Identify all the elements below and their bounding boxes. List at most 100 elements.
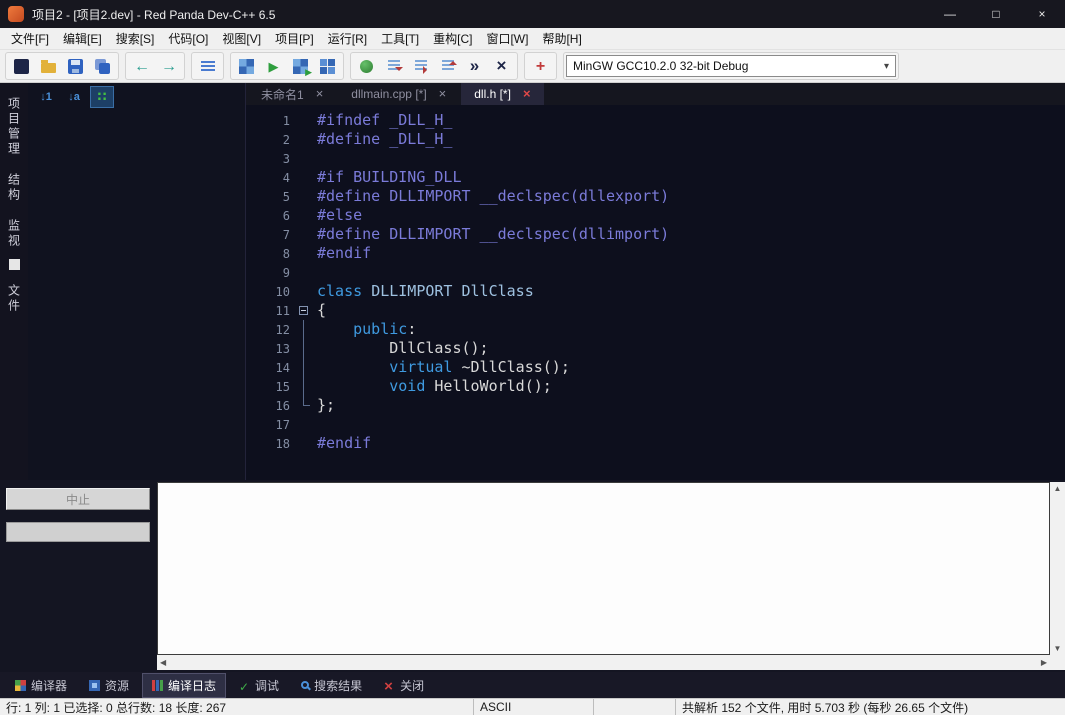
- menu-file[interactable]: 文件[F]: [4, 28, 56, 49]
- bottom-tab-search-results[interactable]: 搜索结果: [292, 674, 371, 697]
- fold-gutter: [296, 434, 312, 453]
- maximize-button[interactable]: □: [973, 0, 1019, 28]
- stop-button[interactable]: [488, 54, 515, 78]
- menu-view[interactable]: 视图[V]: [215, 28, 268, 49]
- code-editor[interactable]: 1#ifndef _DLL_H_2#define _DLL_H_34#if BU…: [246, 105, 1065, 480]
- menu-edit[interactable]: 编辑[E]: [56, 28, 109, 49]
- status-cursor-position: 行: 1 列: 1 已选择: 0 总行数: 18 长度: 267: [0, 699, 474, 715]
- step-into-button[interactable]: [380, 54, 407, 78]
- fold-gutter[interactable]: [296, 301, 312, 320]
- code-text: class DLLIMPORT DllClass: [312, 282, 534, 301]
- menu-window[interactable]: 窗口[W]: [479, 28, 535, 49]
- status-mode: [594, 699, 676, 715]
- bottom-tab-compiler[interactable]: 编译器: [6, 674, 76, 697]
- compile-run-button[interactable]: [287, 54, 314, 78]
- step-into-icon: [388, 60, 400, 72]
- step-over-button[interactable]: [407, 54, 434, 78]
- save-all-button[interactable]: [89, 54, 116, 78]
- scroll-left-icon[interactable]: ◀: [160, 658, 166, 667]
- profile-button[interactable]: [527, 54, 554, 78]
- code-token: class: [317, 282, 362, 300]
- view-mode-button[interactable]: ∷: [90, 86, 114, 108]
- rebuild-button[interactable]: [314, 54, 341, 78]
- tab-close-icon[interactable]: ×: [439, 88, 447, 100]
- open-button[interactable]: [35, 54, 62, 78]
- step-out-button[interactable]: [434, 54, 461, 78]
- code-text: DllClass();: [312, 339, 489, 358]
- bottom-tab-label: 编译器: [31, 677, 67, 694]
- side-tab-files[interactable]: 文件: [6, 284, 23, 314]
- editor-tab-1[interactable]: dllmain.cpp [*]×: [338, 83, 459, 105]
- bottom-tab-label: 关闭: [400, 677, 424, 694]
- forward-button[interactable]: [155, 54, 182, 78]
- tab-close-icon[interactable]: ×: [523, 88, 531, 100]
- scroll-right-icon[interactable]: ▶: [1041, 658, 1047, 667]
- chevron-down-icon: ▾: [884, 61, 889, 72]
- code-line: 17: [246, 415, 1065, 434]
- bottom-tab-close[interactable]: 关闭: [375, 674, 433, 697]
- sort-by-type-button[interactable]: ↓1: [34, 86, 58, 108]
- menu-project[interactable]: 项目[P]: [268, 28, 321, 49]
- code-line: 11{: [246, 301, 1065, 320]
- code-text: #endif: [312, 244, 371, 263]
- code-text: #define DLLIMPORT __declspec(dllexport): [312, 187, 669, 206]
- line-number: 15: [246, 380, 296, 394]
- status-bar: 行: 1 列: 1 已选择: 0 总行数: 18 长度: 267 ASCII 共…: [0, 698, 1065, 715]
- menu-refactor[interactable]: 重构[C]: [426, 28, 479, 49]
- compiler-set-group: MinGW GCC10.2.0 32-bit Debug ▾: [563, 52, 899, 80]
- code-token: public: [353, 320, 407, 338]
- code-token: #if BUILDING_DLL: [317, 168, 462, 186]
- menu-tools[interactable]: 工具[T]: [374, 28, 426, 49]
- bottom-tab-debug[interactable]: 调试: [230, 674, 288, 697]
- editor-tab-0[interactable]: 未命名1×: [248, 83, 336, 105]
- output-vertical-scrollbar[interactable]: ▲ ▼: [1050, 482, 1065, 655]
- editor-tab-label: dll.h [*]: [474, 87, 511, 101]
- abort-button[interactable]: 中止: [6, 488, 150, 510]
- run-button[interactable]: [260, 54, 287, 78]
- resource-icon: [89, 680, 100, 691]
- fold-gutter: [296, 339, 312, 358]
- bottom-tab-label: 编译日志: [168, 677, 216, 694]
- line-number: 13: [246, 342, 296, 356]
- main-area: 项目管理结构监视文件 ↓1↓a∷ 未命名1×dllmain.cpp [*]×dl…: [0, 83, 1065, 480]
- toolbar-group: [5, 52, 119, 80]
- close-button[interactable]: ×: [1019, 0, 1065, 28]
- run-icon: [266, 59, 281, 74]
- scroll-up-icon[interactable]: ▲: [1054, 484, 1062, 493]
- close-icon: [384, 680, 395, 691]
- sort-alphabetically-button[interactable]: ↓a: [62, 86, 86, 108]
- bottom-tab-compile-log[interactable]: 编译日志: [142, 673, 226, 698]
- minimize-button[interactable]: —: [927, 0, 973, 28]
- fold-gutter: [296, 263, 312, 282]
- output-horizontal-scrollbar[interactable]: ◀ ▶: [157, 655, 1050, 670]
- code-line: 10class DLLIMPORT DllClass: [246, 282, 1065, 301]
- editor-tab-2[interactable]: dll.h [*] ×: [461, 83, 543, 105]
- scroll-down-icon[interactable]: ▼: [1054, 644, 1062, 653]
- side-tab-project[interactable]: 项目管理: [6, 97, 23, 157]
- tab-close-icon[interactable]: ×: [316, 88, 324, 100]
- code-line: 12 public:: [246, 320, 1065, 339]
- bottom-tab-label: 资源: [105, 677, 129, 694]
- compiler-set-select[interactable]: MinGW GCC10.2.0 32-bit Debug ▾: [566, 55, 896, 77]
- fold-collapse-icon[interactable]: [299, 306, 308, 315]
- fold-gutter: [296, 396, 312, 415]
- menu-search[interactable]: 搜索[S]: [109, 28, 162, 49]
- forward-icon: [161, 59, 176, 74]
- side-tab-watch[interactable]: 监视: [6, 219, 23, 249]
- compile-log-output[interactable]: [157, 482, 1050, 655]
- new-button[interactable]: [8, 54, 35, 78]
- compile-button[interactable]: [233, 54, 260, 78]
- continue-button[interactable]: [461, 54, 488, 78]
- bottom-tab-resource[interactable]: 资源: [80, 674, 138, 697]
- menu-run[interactable]: 运行[R]: [321, 28, 374, 49]
- fold-gutter: [296, 206, 312, 225]
- fold-gutter: [296, 244, 312, 263]
- menu-code[interactable]: 代码[O]: [161, 28, 215, 49]
- debug-button[interactable]: [353, 54, 380, 78]
- save-button[interactable]: [62, 54, 89, 78]
- reformat-button[interactable]: [194, 54, 221, 78]
- menu-help[interactable]: 帮助[H]: [535, 28, 588, 49]
- back-button[interactable]: [128, 54, 155, 78]
- side-tab-structure[interactable]: 结构: [6, 173, 23, 203]
- project-tree[interactable]: [28, 111, 245, 480]
